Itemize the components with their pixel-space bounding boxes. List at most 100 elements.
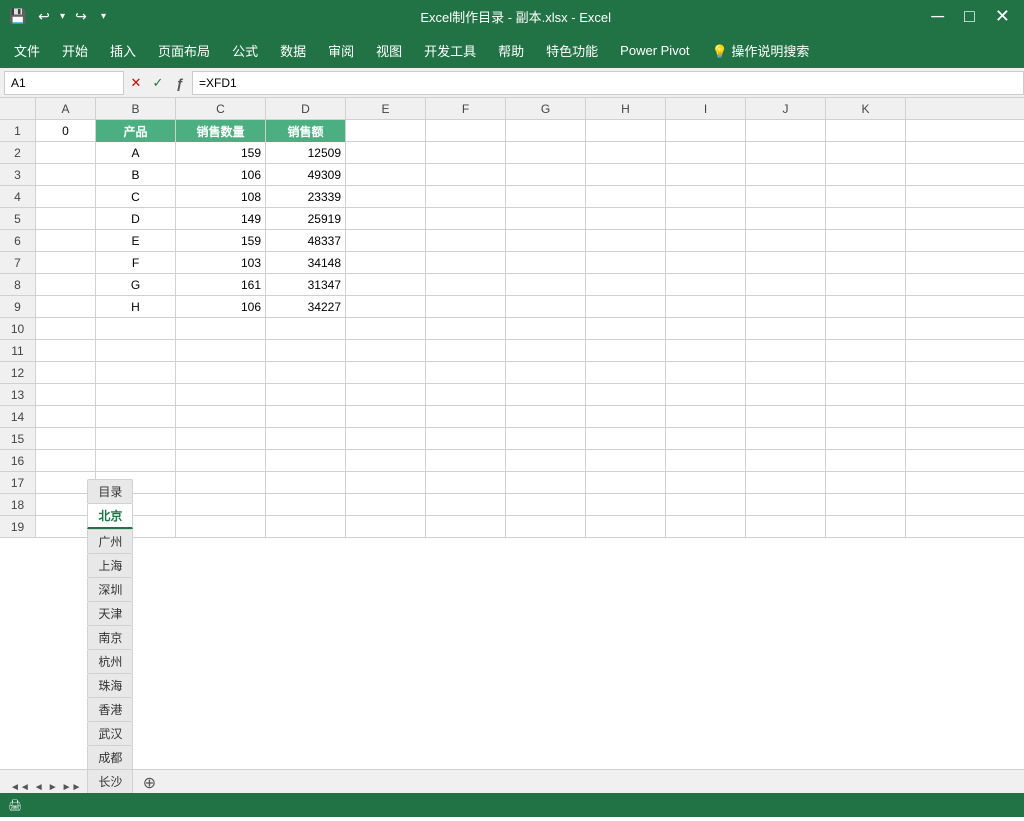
sheet-tab-目录[interactable]: 目录: [87, 479, 133, 503]
cell-j1[interactable]: [746, 120, 826, 142]
cell-j18[interactable]: [746, 494, 826, 516]
sheet-tab-长沙[interactable]: 长沙: [87, 769, 133, 793]
cell-k18[interactable]: [826, 494, 906, 516]
menu-item-开始[interactable]: 开始: [52, 37, 98, 64]
cell-i5[interactable]: [666, 208, 746, 230]
cell-g8[interactable]: [506, 274, 586, 296]
cell-i17[interactable]: [666, 472, 746, 494]
cell-j11[interactable]: [746, 340, 826, 362]
cell-e10[interactable]: [346, 318, 426, 340]
cell-d4[interactable]: 23339: [266, 186, 346, 208]
cell-e19[interactable]: [346, 516, 426, 538]
cell-b11[interactable]: [96, 340, 176, 362]
cell-b2[interactable]: A: [96, 142, 176, 164]
cell-a9[interactable]: [36, 296, 96, 318]
cell-c1[interactable]: 销售数量: [176, 120, 266, 142]
cell-b12[interactable]: [96, 362, 176, 384]
cell-c15[interactable]: [176, 428, 266, 450]
cell-g3[interactable]: [506, 164, 586, 186]
cell-a1[interactable]: 0: [36, 120, 96, 142]
cell-d6[interactable]: 48337: [266, 230, 346, 252]
cell-d12[interactable]: [266, 362, 346, 384]
cell-j17[interactable]: [746, 472, 826, 494]
sheet-tab-香港[interactable]: 香港: [87, 697, 133, 721]
cell-j5[interactable]: [746, 208, 826, 230]
cell-g15[interactable]: [506, 428, 586, 450]
save-icon[interactable]: 💾: [8, 6, 28, 26]
cell-k5[interactable]: [826, 208, 906, 230]
cell-j15[interactable]: [746, 428, 826, 450]
cell-j9[interactable]: [746, 296, 826, 318]
cell-e2[interactable]: [346, 142, 426, 164]
sheet-tab-上海[interactable]: 上海: [87, 553, 133, 577]
cell-f11[interactable]: [426, 340, 506, 362]
cell-f18[interactable]: [426, 494, 506, 516]
cell-e16[interactable]: [346, 450, 426, 472]
cell-k19[interactable]: [826, 516, 906, 538]
cell-g2[interactable]: [506, 142, 586, 164]
cell-e3[interactable]: [346, 164, 426, 186]
cell-a8[interactable]: [36, 274, 96, 296]
col-header-e[interactable]: E: [346, 98, 426, 120]
cell-c17[interactable]: [176, 472, 266, 494]
sheet-tab-成都[interactable]: 成都: [87, 745, 133, 769]
sheet-tab-南京[interactable]: 南京: [87, 625, 133, 649]
cell-j2[interactable]: [746, 142, 826, 164]
cell-f4[interactable]: [426, 186, 506, 208]
cell-i15[interactable]: [666, 428, 746, 450]
cell-i9[interactable]: [666, 296, 746, 318]
cell-f7[interactable]: [426, 252, 506, 274]
col-header-h[interactable]: H: [586, 98, 666, 120]
cell-g19[interactable]: [506, 516, 586, 538]
cell-a15[interactable]: [36, 428, 96, 450]
cell-e1[interactable]: [346, 120, 426, 142]
cell-h5[interactable]: [586, 208, 666, 230]
cell-d13[interactable]: [266, 384, 346, 406]
cell-k11[interactable]: [826, 340, 906, 362]
tab-scroll-right[interactable]: ►: [46, 782, 60, 793]
cell-f8[interactable]: [426, 274, 506, 296]
cell-d14[interactable]: [266, 406, 346, 428]
cell-c3[interactable]: 106: [176, 164, 266, 186]
cell-c14[interactable]: [176, 406, 266, 428]
cell-a10[interactable]: [36, 318, 96, 340]
cell-c10[interactable]: [176, 318, 266, 340]
cell-b15[interactable]: [96, 428, 176, 450]
cell-b10[interactable]: [96, 318, 176, 340]
col-header-f[interactable]: F: [426, 98, 506, 120]
cell-g16[interactable]: [506, 450, 586, 472]
cell-b8[interactable]: G: [96, 274, 176, 296]
cell-b9[interactable]: H: [96, 296, 176, 318]
cell-k4[interactable]: [826, 186, 906, 208]
cell-k8[interactable]: [826, 274, 906, 296]
cell-c8[interactable]: 161: [176, 274, 266, 296]
menu-item-审阅[interactable]: 审阅: [318, 37, 364, 64]
cell-g1[interactable]: [506, 120, 586, 142]
cell-i4[interactable]: [666, 186, 746, 208]
formula-cancel-btn[interactable]: ✕: [126, 73, 146, 93]
cell-c19[interactable]: [176, 516, 266, 538]
menu-item-公式[interactable]: 公式: [222, 37, 268, 64]
cell-h4[interactable]: [586, 186, 666, 208]
cell-b4[interactable]: C: [96, 186, 176, 208]
cell-i16[interactable]: [666, 450, 746, 472]
cell-j4[interactable]: [746, 186, 826, 208]
cell-d2[interactable]: 12509: [266, 142, 346, 164]
cell-d16[interactable]: [266, 450, 346, 472]
cell-a14[interactable]: [36, 406, 96, 428]
cell-h9[interactable]: [586, 296, 666, 318]
cell-c9[interactable]: 106: [176, 296, 266, 318]
cell-h8[interactable]: [586, 274, 666, 296]
cell-j12[interactable]: [746, 362, 826, 384]
minimize-button[interactable]: ─: [925, 6, 950, 27]
cell-d9[interactable]: 34227: [266, 296, 346, 318]
undo-icon[interactable]: ↩: [34, 6, 54, 26]
cell-d19[interactable]: [266, 516, 346, 538]
cell-c5[interactable]: 149: [176, 208, 266, 230]
cell-a13[interactable]: [36, 384, 96, 406]
sheet-tab-珠海[interactable]: 珠海: [87, 673, 133, 697]
cell-g17[interactable]: [506, 472, 586, 494]
cell-k3[interactable]: [826, 164, 906, 186]
restore-button[interactable]: □: [958, 6, 981, 27]
cell-a4[interactable]: [36, 186, 96, 208]
